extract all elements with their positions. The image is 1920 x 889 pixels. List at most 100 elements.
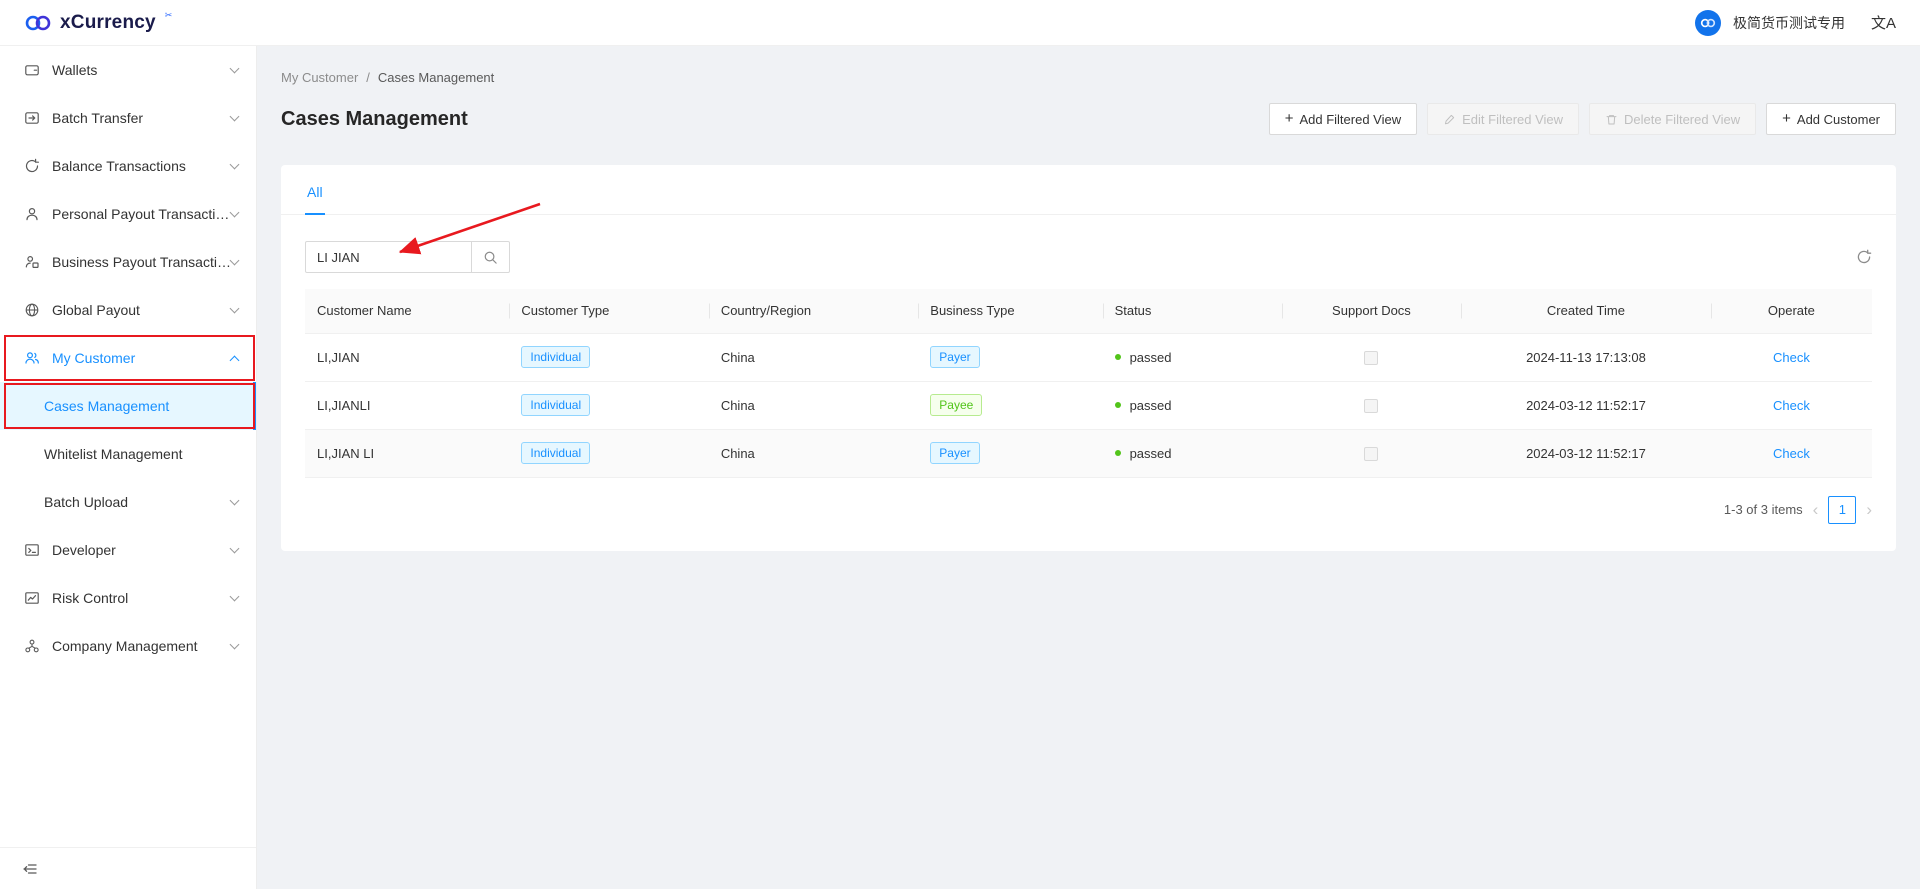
chevron-down-icon [230, 543, 240, 553]
sidebar-item-label: Global Payout [52, 302, 231, 318]
sidebar-item-risk-control[interactable]: Risk Control [0, 574, 256, 622]
account-name[interactable]: 极简货币测试专用 [1733, 13, 1845, 33]
sidebar-item-company-management[interactable]: Company Management [0, 622, 256, 670]
sidebar-item-wallets[interactable]: Wallets [0, 46, 256, 94]
sidebar-item-my-customer[interactable]: My Customer [0, 334, 256, 382]
sidebar-item-balance-transactions[interactable]: Balance Transactions [0, 142, 256, 190]
add-filtered-view-label: Add Filtered View [1299, 112, 1401, 127]
tab-all[interactable]: All [305, 184, 325, 215]
edit-filtered-view-label: Edit Filtered View [1462, 112, 1563, 127]
created-time-cell: 2024-11-13 17:13:08 [1461, 333, 1711, 381]
customer-name-cell: LI,JIAN LI [305, 429, 509, 477]
support-docs-checkbox[interactable] [1364, 351, 1378, 365]
risk-control-icon [24, 590, 40, 606]
infinity-logo-icon [24, 14, 52, 32]
sidebar-item-personal-payout-transactions[interactable]: Personal Payout Transactions [0, 190, 256, 238]
sidebar-item-label: Business Payout Transactions [52, 254, 231, 270]
sidebar-footer [0, 847, 256, 889]
edit-icon [1443, 113, 1456, 126]
chevron-down-icon [230, 207, 240, 217]
add-customer-button[interactable]: + Add Customer [1766, 103, 1896, 135]
sidebar-subitem-batch-upload[interactable]: Batch Upload [0, 478, 256, 526]
breadcrumb-my-customer[interactable]: My Customer [281, 70, 358, 85]
sidebar-subitem-whitelist-management[interactable]: Whitelist Management [0, 430, 256, 478]
sidebar-item-global-payout[interactable]: Global Payout [0, 286, 256, 334]
cases-card: All [281, 165, 1896, 551]
main-content: My Customer / Cases Management Cases Man… [257, 46, 1920, 889]
my-customer-icon [24, 350, 40, 366]
sidebar-subitem-label: Whitelist Management [44, 446, 183, 462]
top-bar: xCurrency ✂ 极简货币测试专用 文A [0, 0, 1920, 46]
sidebar-item-business-payout-transactions[interactable]: Business Payout Transactions [0, 238, 256, 286]
business-type-tag: Payer [930, 346, 979, 368]
sidebar-item-label: Developer [52, 542, 231, 558]
language-switch-icon[interactable]: 文A [1871, 12, 1896, 33]
developer-icon [24, 542, 40, 558]
wallet-icon [24, 62, 40, 78]
country-cell: China [709, 333, 918, 381]
next-page-icon[interactable]: › [1866, 501, 1872, 518]
customer-type-tag: Individual [521, 394, 590, 416]
add-filtered-view-button[interactable]: + Add Filtered View [1269, 103, 1417, 135]
refresh-icon[interactable] [1856, 249, 1872, 265]
business-type-tag: Payee [930, 394, 982, 416]
status-dot [1115, 354, 1121, 360]
sidebar-item-batch-transfer[interactable]: Batch Transfer [0, 94, 256, 142]
prev-page-icon[interactable]: ‹ [1813, 501, 1819, 518]
col-operate: Operate [1711, 289, 1872, 333]
chevron-down-icon [230, 495, 240, 505]
delete-filtered-view-label: Delete Filtered View [1624, 112, 1740, 127]
page-title: Cases Management [281, 108, 468, 131]
support-docs-checkbox[interactable] [1364, 447, 1378, 461]
app-logo: xCurrency ✂ [24, 12, 172, 34]
sidebar-subitem-label: Cases Management [44, 398, 169, 414]
check-link[interactable]: Check [1773, 350, 1810, 365]
sidebar-item-label: Risk Control [52, 590, 231, 606]
col-customer-name: Customer Name [305, 289, 509, 333]
business-payout-icon [24, 254, 40, 270]
support-docs-checkbox[interactable] [1364, 399, 1378, 413]
col-status: Status [1103, 289, 1282, 333]
pagination-summary: 1-3 of 3 items [1724, 502, 1803, 517]
search-icon [483, 250, 498, 265]
customer-name-cell: LI,JIANLI [305, 381, 509, 429]
chevron-down-icon [230, 111, 240, 121]
search-input[interactable] [305, 241, 472, 273]
logo-superscript-icon: ✂ [165, 10, 173, 21]
breadcrumb-current: Cases Management [378, 70, 494, 85]
search-button[interactable] [472, 241, 510, 273]
business-type-tag: Payer [930, 442, 979, 464]
balance-transactions-icon [24, 158, 40, 174]
delete-filtered-view-button: Delete Filtered View [1589, 103, 1756, 135]
chevron-down-icon [230, 159, 240, 169]
chevron-down-icon [230, 303, 240, 313]
country-cell: China [709, 381, 918, 429]
sidebar-subitem-label: Batch Upload [44, 494, 231, 510]
chevron-down-icon [230, 591, 240, 601]
col-business-type: Business Type [918, 289, 1102, 333]
trash-icon [1605, 113, 1618, 126]
check-link[interactable]: Check [1773, 398, 1810, 413]
personal-payout-icon [24, 206, 40, 222]
plus-icon: + [1782, 111, 1791, 126]
chevron-up-icon [230, 355, 240, 365]
sidebar: Wallets Batch Transfer Balance Transacti… [0, 46, 257, 889]
sidebar-subitem-cases-management[interactable]: Cases Management [0, 382, 256, 430]
customer-search [305, 241, 510, 273]
account-avatar[interactable] [1695, 10, 1721, 36]
table-header-row: Customer Name Customer Type Country/Regi… [305, 289, 1872, 333]
table-row: LI,JIAN LI Individual China Payer passed… [305, 429, 1872, 477]
page-number[interactable]: 1 [1828, 496, 1856, 524]
sidebar-item-developer[interactable]: Developer [0, 526, 256, 574]
created-time-cell: 2024-03-12 11:52:17 [1461, 381, 1711, 429]
status-badge: passed [1130, 446, 1172, 461]
chevron-down-icon [230, 639, 240, 649]
col-created-time: Created Time [1461, 289, 1711, 333]
cases-table: Customer Name Customer Type Country/Regi… [305, 289, 1872, 478]
collapse-sidebar-icon[interactable] [22, 861, 38, 877]
breadcrumb: My Customer / Cases Management [281, 46, 1896, 85]
check-link[interactable]: Check [1773, 446, 1810, 461]
toolbar: + Add Filtered View Edit Filtered View D… [1269, 103, 1896, 135]
breadcrumb-separator: / [366, 70, 370, 85]
logo-text: xCurrency [60, 12, 156, 34]
